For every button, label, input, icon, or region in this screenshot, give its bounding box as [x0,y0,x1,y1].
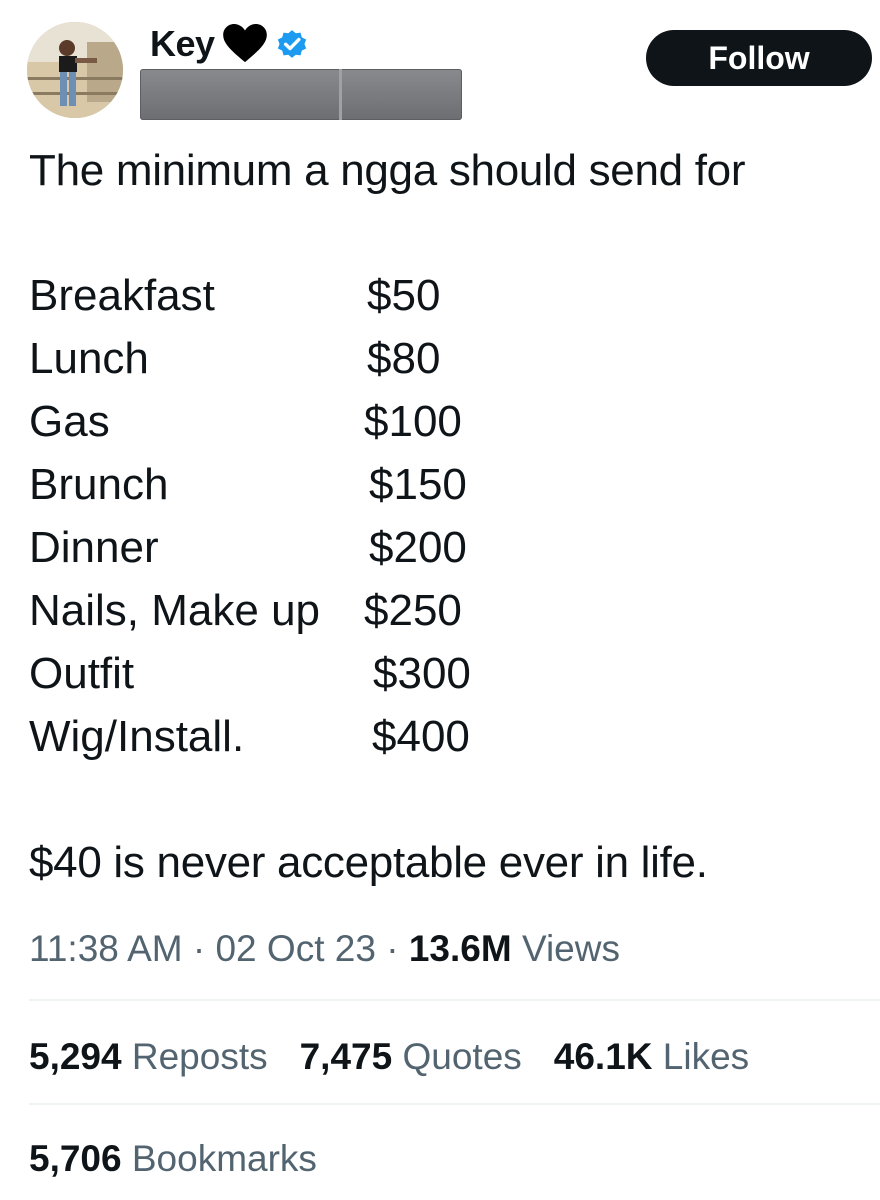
bookmarks-label: Bookmarks [131,1138,317,1179]
price-label: Brunch [29,460,169,509]
meta-separator: · [386,928,409,969]
divider [29,1103,880,1105]
tweet-date[interactable]: 02 Oct 23 [215,928,375,969]
bookmarks-stat[interactable]: 5,706 Bookmarks [29,1132,317,1186]
author-name-row: Key [150,20,309,68]
engagement-stats: 5,294 Reposts 7,475 Quotes 46.1K Likes [29,1030,781,1084]
price-amount: $80 [367,334,441,383]
price-amount: $300 [373,649,471,698]
bookmarks-count: 5,706 [29,1138,122,1179]
price-label: Wig/Install. [29,712,245,761]
follow-button[interactable]: Follow [646,30,872,86]
price-label: Breakfast [29,271,215,320]
price-amount: $400 [372,712,470,761]
price-label: Lunch [29,334,149,383]
price-row: Outfit $300 [29,642,629,705]
tweet-meta: 11:38 AM · 02 Oct 23 · 13.6M Views [29,922,620,976]
price-label: Outfit [29,649,135,698]
price-amount: $150 [369,460,467,509]
redaction-seam [339,69,342,120]
tweet-closing: $40 is never acceptable ever in life. [29,838,708,887]
reposts-label: Reposts [131,1036,268,1077]
price-row: Wig/Install. $400 [29,705,629,768]
price-row: Brunch $150 [29,453,629,516]
author-name[interactable]: Key [150,23,215,65]
price-label: Nails, Make up [29,586,321,635]
tweet-time[interactable]: 11:38 AM [29,928,183,969]
price-row: Dinner $200 [29,516,629,579]
redacted-handle [140,69,462,120]
price-amount: $50 [367,271,441,320]
avatar[interactable] [27,22,123,118]
quotes-count: 7,475 [299,1036,393,1077]
views-label: Views [521,928,620,969]
likes-stat[interactable]: 46.1K Likes [554,1030,749,1084]
price-list: Breakfast $50 Lunch $80 Gas $100 Brunch … [29,264,629,768]
verified-badge-icon [275,27,309,61]
meta-separator: · [192,928,216,969]
price-label: Dinner [29,523,159,572]
divider [29,999,880,1001]
reposts-count: 5,294 [29,1036,122,1077]
views-count: 13.6M [408,928,512,969]
likes-count: 46.1K [553,1036,653,1077]
price-row: Lunch $80 [29,327,629,390]
price-amount: $200 [369,523,467,572]
quotes-label: Quotes [402,1036,522,1077]
price-label: Gas [29,397,110,446]
black-heart-icon [222,24,267,64]
price-row: Nails, Make up $250 [29,579,629,642]
price-row: Gas $100 [29,390,629,453]
price-amount: $250 [364,586,462,635]
tweet-intro: The minimum a ngga should send for [29,146,746,195]
price-amount: $100 [364,397,462,446]
reposts-stat[interactable]: 5,294 Reposts [29,1030,268,1084]
avatar-photo [27,22,123,118]
price-row: Breakfast $50 [29,264,629,327]
quotes-stat[interactable]: 7,475 Quotes [300,1030,522,1084]
likes-label: Likes [662,1036,750,1077]
